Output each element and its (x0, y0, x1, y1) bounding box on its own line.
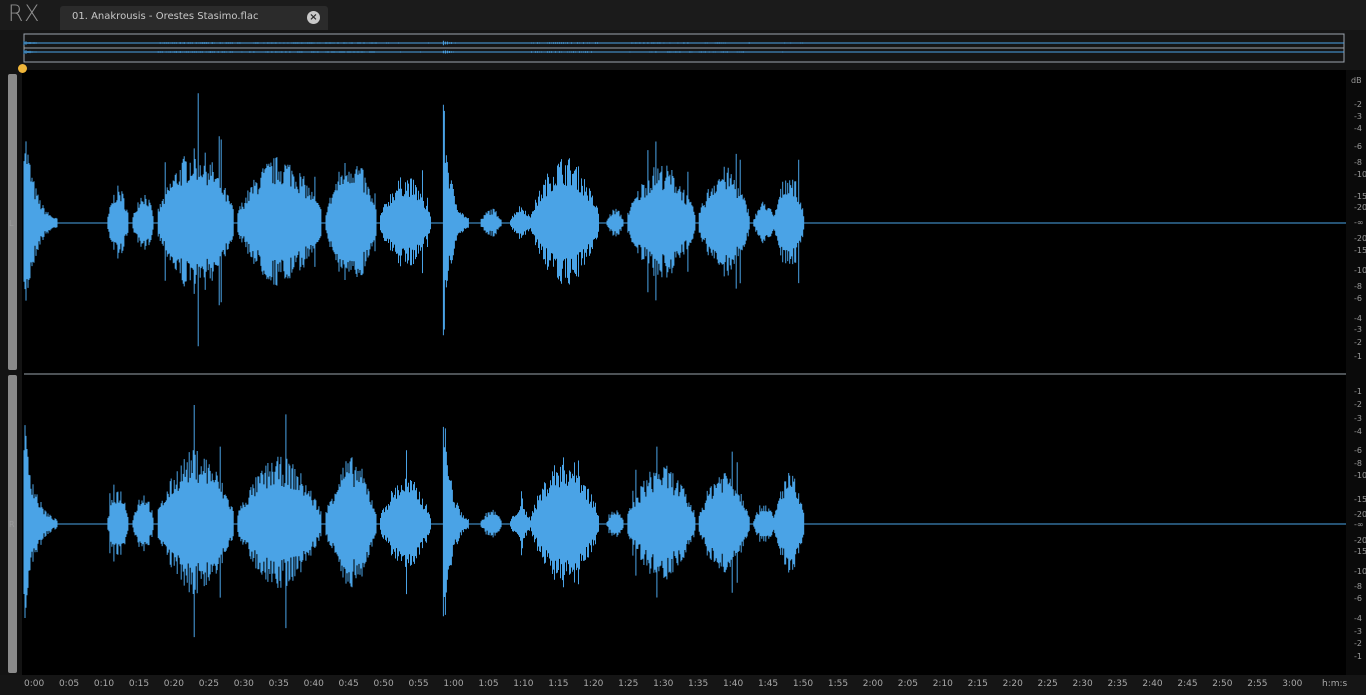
time-tick-label: 1:30 (653, 679, 674, 689)
db-tick-label-top: -8 (1354, 282, 1362, 291)
overview-svg[interactable] (0, 30, 1366, 70)
time-tick-label: 2:25 (1037, 679, 1058, 689)
db-ruler: dB -2 -3 -4 -6 -8 -10 -15 -20 -∞ -20 -15 -10 -8 -6 -4-… (1346, 70, 1366, 675)
waveform-right-path (23, 405, 805, 638)
db-tick-label-bottom: -10 (1354, 567, 1366, 576)
db-tick-label-top: -3 (1354, 112, 1362, 121)
db-tick-label-top: -∞ (1354, 218, 1364, 227)
time-tick-label: 0:50 (373, 679, 394, 689)
db-tick-label-bottom: -20 (1354, 536, 1366, 545)
time-tick-label: 1:50 (792, 679, 814, 689)
overview-right (23, 49, 1344, 55)
db-tick-label-top: -8 (1354, 158, 1362, 167)
file-tab[interactable]: 01. Anakrousis - Orestes Stasimo.flac × (60, 6, 328, 30)
time-tick-label: 2:20 (1002, 679, 1023, 689)
db-tick-label-top: -10 (1354, 170, 1366, 179)
db-tick-label-top: -6 (1354, 142, 1362, 151)
time-tick-label: 2:05 (897, 679, 918, 689)
title-bar: RX 01. Anakrousis - Orestes Stasimo.flac… (0, 0, 1366, 30)
db-tick-label-bottom: -1 (1354, 652, 1362, 661)
db-tick-label-top: -4 (1354, 124, 1362, 133)
channel-label-right: R (9, 520, 15, 529)
db-tick-label-bottom: -2 (1354, 400, 1362, 409)
time-tick-label: 0:25 (198, 679, 219, 689)
time-tick-label: 2:00 (862, 679, 884, 689)
waveform-left (23, 93, 805, 347)
waveform-right (23, 405, 805, 638)
db-tick-label-bottom: -4 (1354, 614, 1362, 623)
db-tick-label-bottom: -4 (1354, 427, 1362, 436)
time-tick-label: 2:45 (1177, 679, 1198, 689)
db-tick-label-bottom: -1 (1354, 387, 1362, 396)
db-tick-label-top: -15 (1354, 192, 1366, 201)
db-tick-label-top: -3 (1354, 325, 1362, 334)
db-tick-label-top: -10 (1354, 266, 1366, 275)
time-tick-label: 0:00 (24, 679, 45, 689)
channel-label-left: L (9, 219, 14, 228)
db-unit-label: dB (1351, 76, 1362, 85)
close-icon[interactable]: × (307, 11, 320, 24)
app-logo: RX (8, 2, 41, 27)
db-tick-label-bottom: -3 (1354, 414, 1362, 423)
db-tick-label-top: -4 (1354, 314, 1362, 323)
time-tick-label: 0:45 (338, 679, 359, 689)
db-tick-label-top: -20 (1354, 234, 1366, 243)
db-tick-label-bottom: -20 (1354, 510, 1366, 519)
db-tick-label-bottom: -6 (1354, 594, 1362, 603)
time-tick-label: 1:55 (827, 679, 849, 689)
time-tick-label: 1:00 (443, 679, 464, 689)
time-tick-label: 3:00 (1282, 679, 1303, 689)
time-tick-label: 0:35 (268, 679, 289, 689)
db-tick-label-bottom: -8 (1354, 582, 1362, 591)
waveform-editor[interactable] (0, 70, 1366, 695)
time-tick-label: 2:55 (1247, 679, 1268, 689)
db-tick-label-top: -2 (1354, 338, 1362, 347)
time-tick-label: 1:20 (583, 679, 604, 689)
db-tick-label-top: -6 (1354, 294, 1362, 303)
time-tick-label: 0:10 (93, 679, 115, 689)
db-tick-label-bottom: -10 (1354, 471, 1366, 480)
db-tick-label-bottom: -2 (1354, 639, 1362, 648)
time-tick-label: 1:25 (618, 679, 639, 689)
file-tab-label: 01. Anakrousis - Orestes Stasimo.flac (72, 11, 259, 22)
time-tick-label: 0:15 (128, 679, 150, 689)
db-tick-label-top: -1 (1354, 352, 1362, 361)
time-tick-label: 2:50 (1212, 679, 1233, 689)
db-tick-label-top: -15 (1354, 246, 1366, 255)
time-tick-label: 1:10 (513, 679, 534, 689)
time-tick-label: 1:40 (723, 679, 744, 689)
time-tick-label: 2:30 (1072, 679, 1093, 689)
time-unit-label: h:m:s (1322, 679, 1348, 689)
channel-strip: L R (0, 70, 22, 695)
db-tick-label-bottom: -8 (1354, 459, 1362, 468)
time-tick-label: 0:55 (408, 679, 429, 689)
time-tick-label: 2:10 (932, 679, 953, 689)
overview-left (23, 40, 1344, 46)
db-tick-label-bottom: -15 (1354, 495, 1366, 504)
waveform-svg[interactable] (0, 70, 1366, 695)
time-tick-label: 0:40 (303, 679, 324, 689)
playhead-marker[interactable] (18, 64, 27, 73)
time-tick-label: 0:20 (163, 679, 185, 689)
db-tick-label-bottom: -∞ (1354, 520, 1364, 529)
waveform-overview[interactable] (0, 30, 1366, 70)
db-tick-label-bottom: -6 (1354, 446, 1362, 455)
time-tick-label: 2:15 (967, 679, 988, 689)
waveform-left-path (23, 93, 805, 347)
time-tick-label: 1:45 (757, 679, 779, 689)
time-tick-label: 1:05 (478, 679, 499, 689)
db-tick-label-top: -2 (1354, 100, 1362, 109)
time-tick-label: 0:30 (233, 679, 254, 689)
db-tick-label-bottom: -3 (1354, 627, 1362, 636)
db-tick-label-bottom: -15 (1354, 547, 1366, 556)
time-tick-label: 1:15 (548, 679, 569, 689)
db-tick-label-top: -20 (1354, 203, 1366, 212)
time-tick-label: 0:05 (58, 679, 80, 689)
time-tick-label: 2:40 (1142, 679, 1163, 689)
time-tick-label: 2:35 (1107, 679, 1128, 689)
time-tick-label: 1:35 (688, 679, 709, 689)
